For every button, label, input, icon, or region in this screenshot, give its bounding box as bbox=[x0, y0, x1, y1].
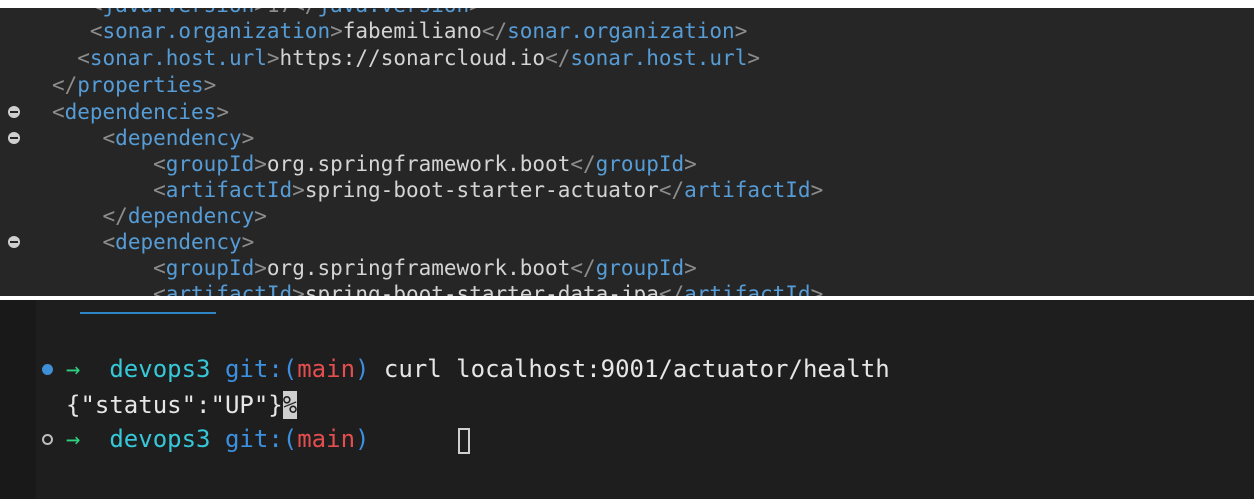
code-line: <sonar.host.url>https://sonarcloud.io</s… bbox=[77, 46, 761, 70]
xml-editor-panel: <java.version>17</java.version> <sonar.o… bbox=[0, 8, 1254, 296]
code-line: </dependency> bbox=[102, 204, 267, 228]
active-tab-indicator bbox=[80, 312, 216, 314]
terminal-command: curl localhost:9001/actuator/health bbox=[383, 355, 890, 383]
terminal-gutter bbox=[0, 300, 36, 499]
code-line: <dependency> bbox=[0, 125, 1254, 151]
git-branch: main bbox=[297, 355, 356, 383]
terminal-panel[interactable]: → devops3 git:(main) curl localhost:9001… bbox=[0, 300, 1254, 499]
command-output: {"status":"UP"} bbox=[66, 391, 283, 419]
terminal-cursor[interactable] bbox=[458, 428, 470, 454]
code-line: <artifactId>spring-boot-starter-data-jpa… bbox=[153, 282, 824, 296]
code-line: </properties> bbox=[51, 73, 217, 97]
git-branch: main bbox=[297, 425, 356, 453]
terminal-prompt-line: → devops3 git:(main) bbox=[66, 425, 370, 453]
prompt-directory: devops3 bbox=[109, 425, 211, 453]
code-line: <sonar.organization>fabemiliano</sonar.o… bbox=[89, 19, 748, 43]
code-line: <java.version>17</java.version> bbox=[0, 8, 482, 18]
code-line: <groupId>org.springframework.boot</group… bbox=[153, 152, 697, 176]
code-line: <dependencies> bbox=[0, 99, 1254, 125]
code-line: <groupId>org.springframework.boot</group… bbox=[153, 256, 697, 280]
command-status-dot-icon bbox=[42, 364, 53, 375]
terminal-output-line: {"status":"UP"}% bbox=[66, 388, 298, 422]
no-newline-marker: % bbox=[282, 391, 298, 419]
prompt-arrow-icon: → bbox=[66, 355, 81, 383]
prompt-arrow-icon: → bbox=[66, 425, 81, 453]
command-status-dot-icon bbox=[42, 434, 53, 445]
code-line: <artifactId>spring-boot-starter-actuator… bbox=[153, 178, 824, 202]
terminal-prompt-line: → devops3 git:(main) curl localhost:9001… bbox=[66, 355, 890, 383]
code-line: <dependency> bbox=[0, 229, 1254, 255]
prompt-directory: devops3 bbox=[109, 355, 211, 383]
